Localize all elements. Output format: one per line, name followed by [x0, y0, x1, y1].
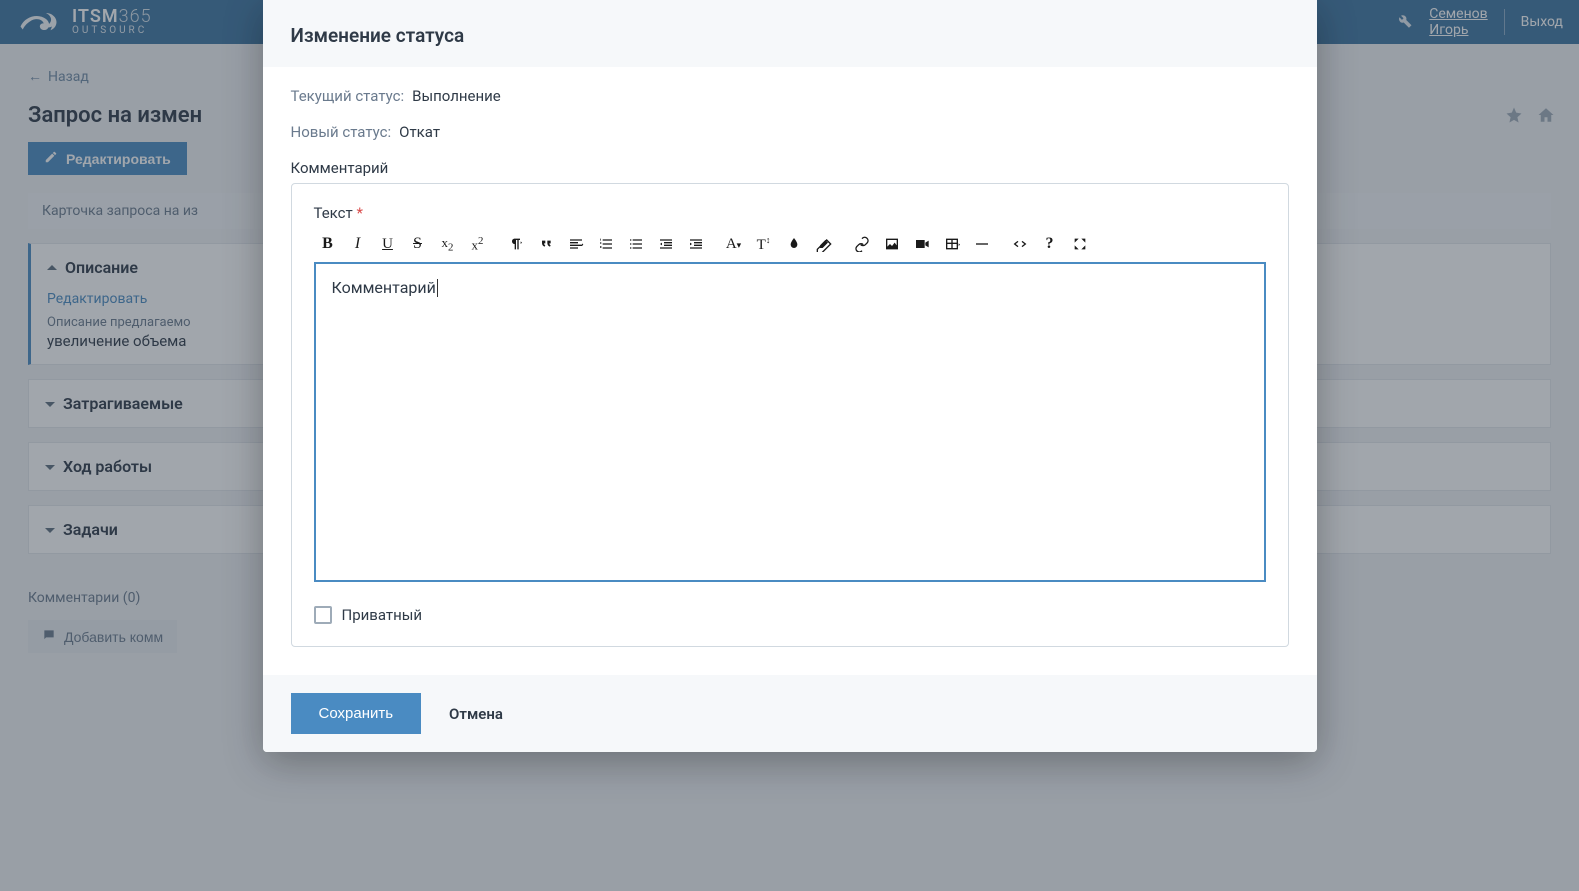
clear-format-icon[interactable]	[810, 232, 838, 256]
unordered-list-icon[interactable]	[622, 232, 650, 256]
private-checkbox-row[interactable]: Приватный	[314, 606, 1266, 624]
new-status-row: Новый статус: Откат	[291, 123, 1289, 141]
private-label: Приватный	[342, 606, 423, 624]
outdent-icon[interactable]	[652, 232, 680, 256]
help-icon[interactable]: ?	[1036, 232, 1064, 256]
subscript-icon[interactable]: x2	[434, 232, 462, 256]
highlight-icon[interactable]	[780, 232, 808, 256]
editor-toolbar: B I U S x2 x2 A▾ T↕	[314, 228, 1266, 262]
align-icon[interactable]	[562, 232, 590, 256]
underline-icon[interactable]: U	[374, 232, 402, 256]
current-status-row: Текущий статус: Выполнение	[291, 87, 1289, 105]
required-asterisk: *	[356, 204, 362, 222]
modal-overlay: Изменение статуса Текущий статус: Выполн…	[0, 0, 1579, 891]
font-size-icon[interactable]: T↕	[750, 232, 778, 256]
save-button[interactable]: Сохранить	[291, 693, 422, 734]
superscript-icon[interactable]: x2	[464, 232, 492, 256]
indent-icon[interactable]	[682, 232, 710, 256]
current-status-value: Выполнение	[412, 87, 501, 105]
ordered-list-icon[interactable]	[592, 232, 620, 256]
fullscreen-icon[interactable]	[1066, 232, 1094, 256]
comment-section-title: Комментарий	[291, 159, 1289, 177]
horizontal-rule-icon[interactable]	[968, 232, 996, 256]
editor-label: Текст *	[314, 204, 1266, 222]
comment-fieldset: Текст * B I U S x2 x2 A	[291, 183, 1289, 647]
font-color-icon[interactable]: A▾	[720, 232, 748, 256]
strikethrough-icon[interactable]: S	[404, 232, 432, 256]
modal-title: Изменение статуса	[263, 0, 1317, 67]
comment-textarea[interactable]: Комментарий	[314, 262, 1266, 582]
current-status-label: Текущий статус:	[291, 87, 405, 105]
bold-icon[interactable]: B	[314, 232, 342, 256]
image-icon[interactable]	[878, 232, 906, 256]
cancel-button[interactable]: Отмена	[449, 705, 503, 723]
editor-content: Комментарий	[332, 278, 438, 297]
video-icon[interactable]	[908, 232, 936, 256]
quote-icon[interactable]	[532, 232, 560, 256]
paragraph-icon[interactable]	[502, 232, 530, 256]
status-change-modal: Изменение статуса Текущий статус: Выполн…	[263, 0, 1317, 752]
link-icon[interactable]	[848, 232, 876, 256]
italic-icon[interactable]: I	[344, 232, 372, 256]
code-view-icon[interactable]	[1006, 232, 1034, 256]
table-icon[interactable]	[938, 232, 966, 256]
new-status-label: Новый статус:	[291, 123, 392, 141]
modal-footer: Сохранить Отмена	[263, 675, 1317, 752]
checkbox-icon[interactable]	[314, 606, 332, 624]
new-status-value: Откат	[399, 123, 440, 141]
